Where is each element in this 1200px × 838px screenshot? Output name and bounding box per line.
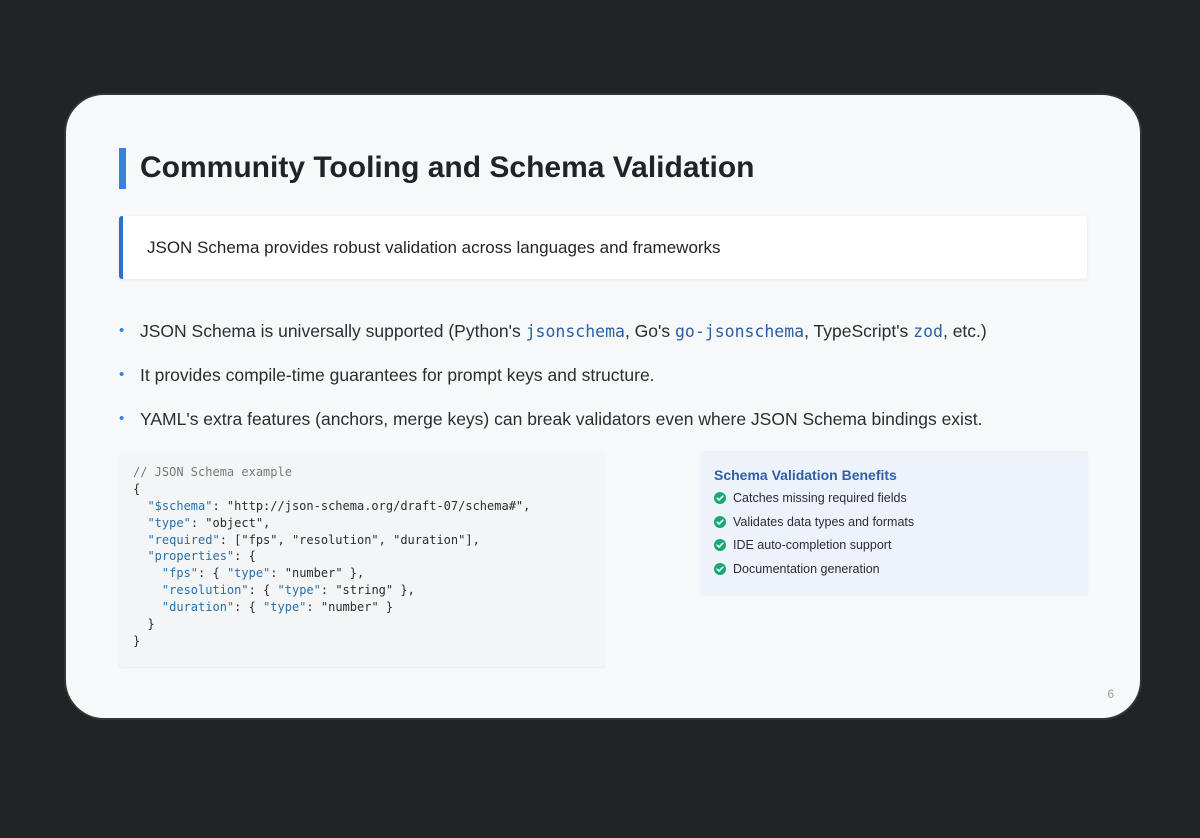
benefit-item: IDE auto-completion support [714, 535, 1088, 559]
code-key: "$schema" [147, 498, 213, 513]
bullet-dot-icon: • [119, 410, 125, 427]
callout-box: JSON Schema provides robust validation a… [119, 216, 1087, 279]
bullet-item: • YAML's extra features (anchors, merge … [119, 403, 987, 447]
code-key: "type" [277, 583, 321, 598]
code-key: "properties" [147, 549, 235, 564]
code-token: } [133, 633, 141, 648]
code-block: // JSON Schema example { "$schema": "http… [119, 452, 605, 667]
benefit-text: Catches missing required fields [733, 491, 907, 505]
inline-code: zod [913, 322, 943, 341]
callout-text: JSON Schema provides robust validation a… [147, 238, 721, 257]
check-circle-icon [714, 492, 726, 504]
bullet-dot-icon: • [119, 322, 125, 339]
slide-title: Community Tooling and Schema Validation [140, 151, 755, 184]
code-line: "fps": { "type": "number" }, [133, 565, 605, 582]
benefit-text: Documentation generation [733, 561, 880, 576]
benefit-item: Validates data types and formats [714, 512, 1088, 536]
code-token: : { [234, 549, 256, 564]
code-token: : { [234, 600, 264, 615]
code-line: "type": "object", [133, 515, 605, 532]
bullet-item: • It provides compile-time guarantees fo… [119, 359, 987, 403]
bullet-text: JSON Schema is universally supported (Py… [140, 321, 526, 341]
code-line: } [133, 616, 605, 633]
code-key: "required" [147, 532, 220, 547]
code-key: "type" [263, 600, 307, 615]
benefits-box: Schema Validation Benefits Catches missi… [700, 451, 1088, 594]
code-token: : "number" }, [270, 566, 365, 581]
code-line: { [133, 481, 605, 498]
benefit-text: IDE auto-completion support [733, 538, 892, 552]
check-circle-icon [714, 562, 726, 575]
code-key: "fps" [161, 566, 199, 581]
bullet-item: • JSON Schema is universally supported (… [119, 315, 987, 359]
code-token: : ["fps", "resolution", "duration"], [219, 532, 480, 547]
benefits-title: Schema Validation Benefits [714, 467, 897, 483]
page-number: 6 [1107, 687, 1114, 701]
benefit-item: Documentation generation [714, 559, 1088, 583]
bullet-dot-icon: • [119, 366, 125, 383]
code-token: : "number" } [306, 600, 394, 615]
benefit-item: Catches missing required fields [714, 488, 1088, 512]
code-token: } [147, 617, 155, 632]
bullet-text: It provides compile-time guarantees for … [140, 365, 655, 385]
code-key: "duration" [161, 600, 235, 615]
check-circle-icon [714, 539, 726, 551]
bullet-text: , Go's [624, 321, 675, 341]
code-line: "required": ["fps", "resolution", "durat… [133, 532, 605, 549]
code-comment: // JSON Schema example [133, 465, 292, 479]
code-token: : "object", [190, 515, 271, 530]
code-line: "$schema": "http://json-schema.org/draft… [133, 498, 605, 515]
inline-code: go-jsonschema [674, 322, 805, 341]
code-token: : { [248, 583, 278, 598]
bullet-list: • JSON Schema is universally supported (… [119, 315, 987, 447]
code-key: "type" [226, 566, 271, 581]
code-line: } [133, 633, 605, 650]
code-line: "properties": { [133, 548, 605, 565]
check-circle-icon [714, 515, 726, 528]
title-accent-bar [119, 148, 126, 189]
code-token: { [133, 481, 141, 496]
benefit-text: Validates data types and formats [733, 514, 915, 529]
bullet-text: , etc.) [942, 321, 987, 341]
code-key: "resolution" [161, 583, 249, 598]
inline-code: jsonschema [525, 322, 625, 341]
code-line: "resolution": { "type": "string" }, [133, 582, 605, 599]
code-token: : "string" }, [320, 583, 415, 598]
code-token: : "http://json-schema.org/draft-07/schem… [212, 498, 531, 513]
bullet-text: YAML's extra features (anchors, merge ke… [140, 409, 983, 429]
bullet-text: , TypeScript's [804, 321, 914, 341]
code-key: "type" [147, 515, 191, 530]
code-token: : { [198, 566, 227, 581]
slide: Community Tooling and Schema Validation … [64, 93, 1142, 720]
code-line: "duration": { "type": "number" } [133, 599, 605, 616]
